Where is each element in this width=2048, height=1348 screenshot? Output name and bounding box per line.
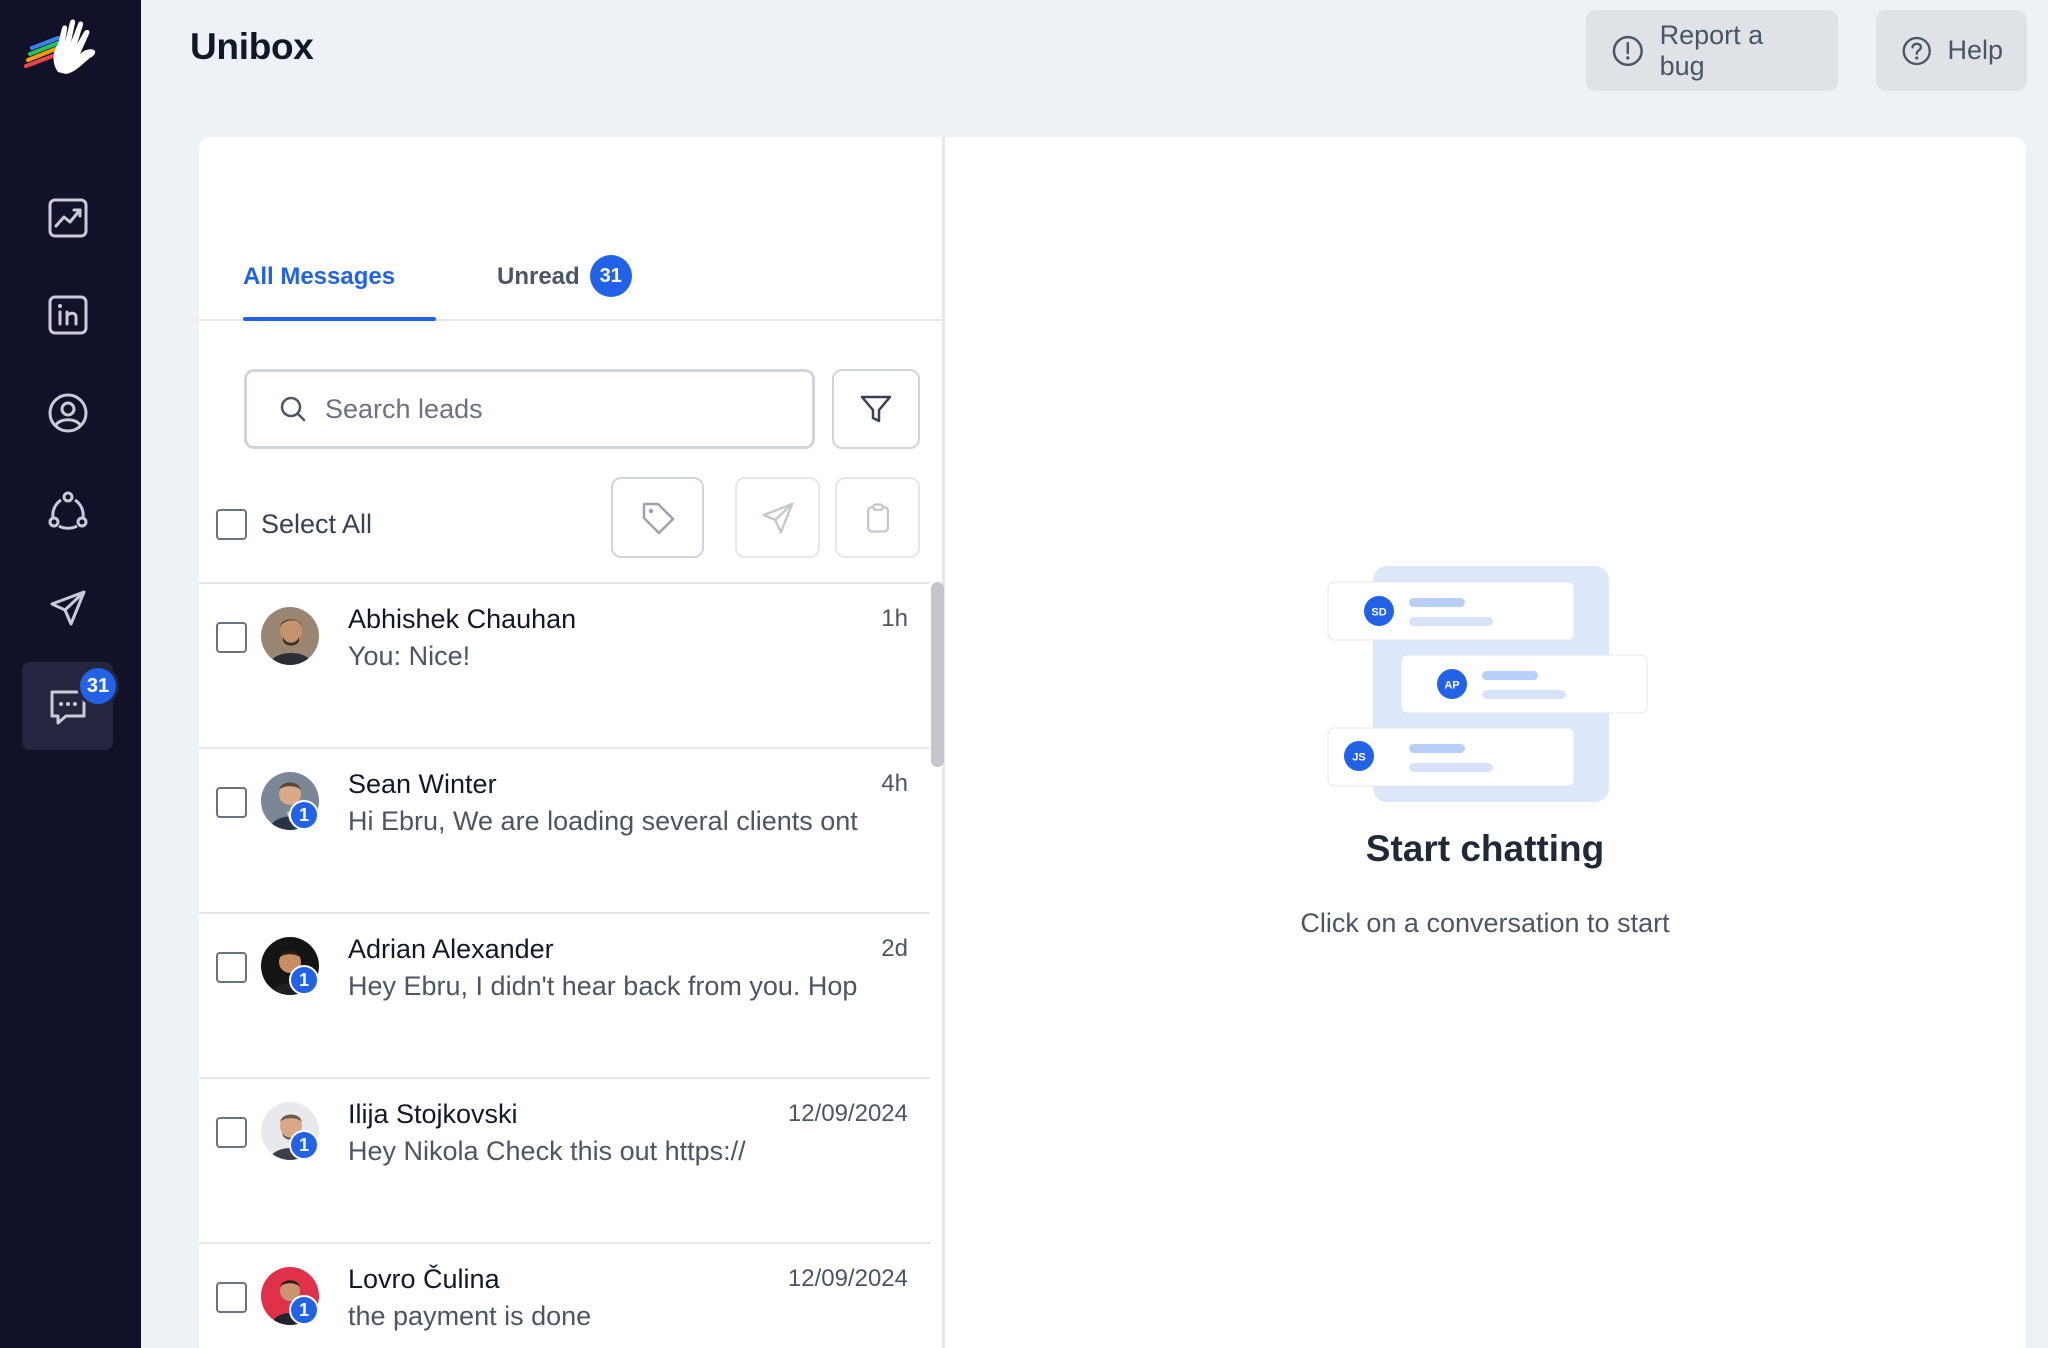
sidebar-item-linkedin[interactable]	[22, 271, 113, 359]
avatar: 1	[261, 1102, 319, 1160]
help-label: Help	[1947, 35, 2003, 65]
row-checkbox[interactable]	[216, 622, 247, 653]
alert-circle-icon	[1612, 35, 1643, 66]
report-bug-label: Report a bug	[1659, 19, 1764, 81]
help-circle-icon	[1902, 36, 1931, 65]
contact-name: Lovro Čulina	[348, 1264, 500, 1294]
unread-badge: 1	[289, 1295, 319, 1325]
page-title: Unibox	[190, 26, 314, 67]
empty-state-title: Start chatting	[1365, 828, 1605, 869]
empty-state-subtitle: Click on a conversation to start	[1300, 908, 1670, 938]
search-icon	[280, 396, 306, 422]
conversation-list: Abhishek Chauhan You: Nice! 1h 1 Sean Wi…	[199, 582, 930, 1348]
avatar: 1	[261, 937, 319, 995]
illustration-initials: AP	[1444, 680, 1459, 692]
message-preview: Hey Nikola Check this out https://	[348, 1136, 746, 1166]
send-icon	[762, 502, 793, 533]
message-time: 1h	[881, 605, 908, 632]
scrollbar-thumb[interactable]	[931, 582, 944, 767]
linkedin-icon	[48, 295, 87, 335]
sidebar-item-campaigns[interactable]	[22, 564, 113, 652]
conversation-row[interactable]: 1 Adrian Alexander Hey Ebru, I didn't he…	[199, 914, 930, 1079]
list-scrollbar[interactable]	[929, 582, 945, 767]
row-checkbox[interactable]	[216, 952, 247, 983]
avatar	[261, 607, 319, 665]
select-all-checkbox[interactable]	[216, 509, 247, 540]
chat-illustration: SD AP JS	[1320, 562, 1650, 802]
unread-badge: 1	[289, 1130, 319, 1160]
conversation-row[interactable]: Abhishek Chauhan You: Nice! 1h	[199, 584, 930, 749]
clipboard-icon	[866, 502, 889, 533]
conversation-row[interactable]: 1 Sean Winter Hi Ebru, We are loading se…	[199, 749, 930, 914]
message-time: 12/09/2024	[787, 1265, 908, 1292]
unibox-card: All Messages Unread 31 Select All	[199, 137, 2026, 1348]
tab-unread-label: Unread	[497, 263, 580, 290]
illustration-initials: SD	[1371, 607, 1386, 619]
message-tabs: All Messages Unread 31	[199, 247, 942, 321]
unread-tab-badge: 31	[589, 255, 632, 297]
clipboard-button[interactable]	[835, 477, 920, 558]
message-preview: Hey Ebru, I didn't hear back from you. H…	[348, 971, 858, 1001]
unread-badge: 1	[289, 800, 319, 830]
select-all-label: Select All	[261, 509, 373, 539]
filter-icon	[860, 395, 892, 423]
help-button[interactable]: Help	[1876, 10, 2027, 91]
message-preview: Hi Ebru, We are loading several clients …	[348, 806, 858, 836]
message-time: 2d	[881, 935, 908, 962]
message-preview: You: Nice!	[348, 641, 471, 671]
waving-hand-logo[interactable]	[22, 14, 108, 84]
sidebar: 31	[0, 0, 141, 1348]
unread-count-badge: 31	[77, 665, 119, 707]
row-checkbox[interactable]	[216, 1117, 247, 1148]
avatar: 1	[261, 1267, 319, 1325]
sidebar-item-network[interactable]	[22, 467, 113, 555]
sidebar-item-profile[interactable]	[22, 369, 113, 457]
tag-button[interactable]	[611, 477, 704, 558]
tag-icon	[642, 502, 674, 534]
contact-name: Ilija Stojkovski	[348, 1099, 518, 1129]
contact-name: Abhishek Chauhan	[348, 604, 577, 634]
search-input[interactable]	[325, 393, 805, 425]
tab-unread[interactable]: Unread 31	[497, 247, 632, 321]
tab-all-messages-label: All Messages	[243, 263, 396, 290]
search-field[interactable]	[244, 369, 815, 449]
profile-icon	[48, 393, 87, 433]
message-preview: the payment is done	[348, 1301, 592, 1331]
message-time: 12/09/2024	[787, 1100, 908, 1127]
illustration-initials: JS	[1352, 752, 1365, 764]
tab-all-messages[interactable]: All Messages	[243, 247, 395, 321]
message-time: 4h	[881, 770, 908, 797]
analytics-icon	[48, 198, 87, 238]
filter-button[interactable]	[832, 369, 920, 449]
active-tab-indicator	[243, 317, 436, 321]
send-message-button[interactable]	[735, 477, 820, 558]
sidebar-item-unibox[interactable]: 31	[22, 662, 119, 750]
send-icon	[50, 590, 85, 626]
conversation-row[interactable]: 1 Ilija Stojkovski Hey Nikola Check this…	[199, 1079, 930, 1244]
row-checkbox[interactable]	[216, 1282, 247, 1313]
network-icon	[48, 491, 87, 530]
avatar: 1	[261, 772, 319, 830]
conversation-list-pane: All Messages Unread 31 Select All	[199, 137, 945, 1348]
contact-name: Adrian Alexander	[348, 934, 554, 964]
conversation-row[interactable]: 1 Lovro Čulina the payment is done 12/09…	[199, 1244, 930, 1348]
contact-name: Sean Winter	[348, 769, 497, 799]
sidebar-item-analytics[interactable]	[22, 174, 113, 262]
row-checkbox[interactable]	[216, 787, 247, 818]
unread-badge: 1	[289, 965, 319, 995]
report-bug-button[interactable]: Report a bug	[1586, 10, 1838, 91]
